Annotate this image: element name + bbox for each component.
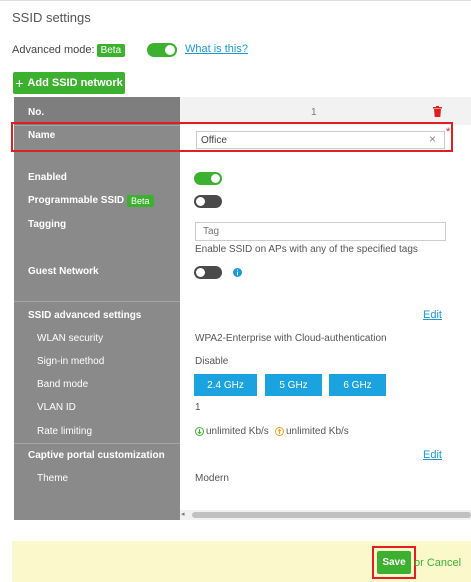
rate-upload-value: unlimited Kb/s: [286, 426, 349, 437]
ssid-advanced-settings-label: SSID advanced settings: [28, 310, 142, 321]
band-2-4ghz-button[interactable]: 2.4 GHz: [194, 374, 257, 396]
enabled-label: Enabled: [28, 172, 67, 183]
info-icon[interactable]: [233, 268, 242, 277]
captive-edit-link[interactable]: Edit: [423, 449, 442, 461]
advanced-mode-toggle[interactable]: [147, 43, 177, 57]
top-border: [0, 0, 471, 1]
theme-label: Theme: [37, 473, 69, 484]
trash-icon[interactable]: [433, 106, 442, 117]
rate-download-value: unlimited Kb/s: [206, 426, 269, 437]
tag-input[interactable]: [195, 222, 446, 241]
header-value-cell: [180, 97, 471, 125]
tagging-label: Tagging: [28, 219, 67, 230]
guest-network-label: Guest Network: [28, 266, 99, 277]
page-title: SSID settings: [12, 10, 91, 25]
add-ssid-network-label: Add SSID network: [27, 77, 123, 89]
cancel-link[interactable]: or Cancel: [414, 557, 461, 569]
rate-limiting-label: Rate limiting: [37, 426, 93, 437]
wlan-security-value: WPA2-Enterprise with Cloud-authenticatio…: [195, 333, 387, 344]
guest-network-toggle[interactable]: [194, 266, 222, 279]
add-ssid-network-button[interactable]: + Add SSID network: [13, 72, 125, 94]
save-highlight-box: [372, 546, 416, 579]
upload-arrow-icon: [275, 427, 284, 436]
scroll-left-arrow-icon[interactable]: ◂: [181, 510, 185, 518]
advanced-mode-row: Advanced mode: Beta: [12, 41, 126, 59]
band-mode-label: Band mode: [37, 379, 89, 390]
number-label: No.: [28, 107, 45, 118]
download-arrow-icon: [195, 427, 204, 436]
beta-badge: Beta: [127, 195, 154, 207]
toggle-knob: [165, 45, 175, 55]
theme-value: Modern: [195, 473, 229, 484]
programmable-ssid-toggle[interactable]: [194, 195, 222, 208]
captive-portal-customization-label: Captive portal customization: [28, 450, 165, 461]
toggle-knob: [196, 197, 205, 206]
wlan-security-label: WLAN security: [37, 333, 104, 344]
what-is-this-link[interactable]: What is this?: [185, 43, 248, 55]
band-5ghz-button[interactable]: 5 GHz: [265, 374, 322, 396]
sign-in-method-label: Sign-in method: [37, 356, 105, 367]
vlan-id-label: VLAN ID: [37, 402, 76, 413]
scrollbar-thumb[interactable]: [192, 512, 471, 518]
section-divider: [14, 443, 180, 444]
advanced-edit-link[interactable]: Edit: [423, 309, 442, 321]
programmable-ssid-label: Programmable SSID: [28, 195, 125, 206]
advanced-mode-label: Advanced mode:: [12, 44, 95, 56]
ssid-number: 1: [311, 107, 317, 118]
tagging-help-text: Enable SSID on APs with any of the speci…: [195, 244, 418, 255]
vlan-id-value: 1: [195, 402, 201, 413]
enabled-toggle[interactable]: [194, 172, 222, 185]
toggle-knob: [196, 268, 205, 277]
beta-badge: Beta: [96, 43, 126, 57]
name-highlight-box: [11, 122, 453, 152]
band-6ghz-button[interactable]: 6 GHz: [329, 374, 386, 396]
plus-icon: +: [15, 75, 24, 91]
sign-in-method-value: Disable: [195, 356, 229, 367]
section-divider: [14, 301, 180, 302]
toggle-knob: [211, 174, 220, 183]
